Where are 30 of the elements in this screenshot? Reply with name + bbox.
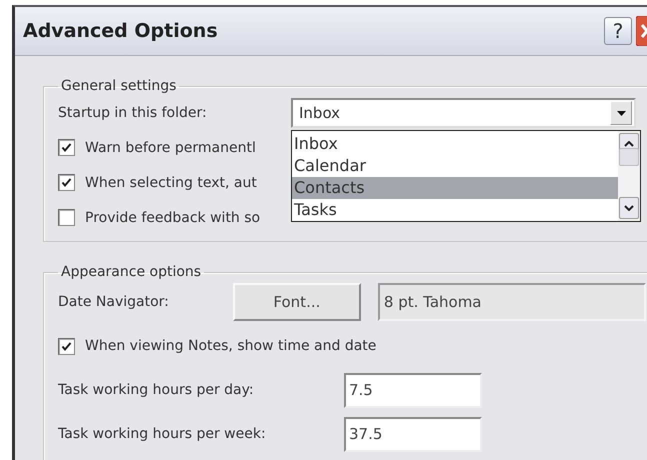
list-option[interactable]: Calendar xyxy=(292,155,618,177)
field-label: Date Navigator: xyxy=(58,294,169,310)
checkbox[interactable] xyxy=(58,174,75,191)
help-button[interactable]: ? xyxy=(604,17,632,45)
group-title: Appearance options xyxy=(60,264,202,280)
checkbox-label: When viewing Notes, show time and date xyxy=(85,338,376,354)
group-title: General settings xyxy=(60,78,178,94)
dropdown[interactable]: Inbox xyxy=(291,98,636,128)
field-label: Task working hours per week: xyxy=(58,426,267,442)
checkbox-label: When selecting text, aut xyxy=(85,174,257,190)
checkbox-label: Provide feedback with so xyxy=(85,210,260,226)
checkbox-label: Warn before permanentl xyxy=(85,140,256,156)
checkbox[interactable] xyxy=(58,338,75,354)
window-title: Advanced Options xyxy=(23,20,218,42)
check-icon xyxy=(61,177,72,188)
list-option[interactable]: Tasks xyxy=(292,199,618,221)
checkbox[interactable] xyxy=(58,209,75,226)
scroll-down-icon[interactable] xyxy=(619,197,639,219)
list-option[interactable]: Contacts xyxy=(292,177,618,199)
font-field: 8 pt. Tahoma xyxy=(378,283,646,321)
check-icon xyxy=(61,142,72,153)
list-option[interactable]: Inbox xyxy=(292,133,618,155)
checkbox[interactable] xyxy=(58,139,75,156)
field-label: Task working hours per day: xyxy=(58,382,255,398)
input-field[interactable]: 7.5 xyxy=(344,372,482,408)
check-icon xyxy=(61,340,72,352)
scroll-thumb[interactable] xyxy=(619,148,639,166)
field-label: Startup in this folder: xyxy=(58,105,208,121)
input-field[interactable]: 37.5 xyxy=(344,416,482,452)
dropdown-value: Inbox xyxy=(299,104,342,122)
